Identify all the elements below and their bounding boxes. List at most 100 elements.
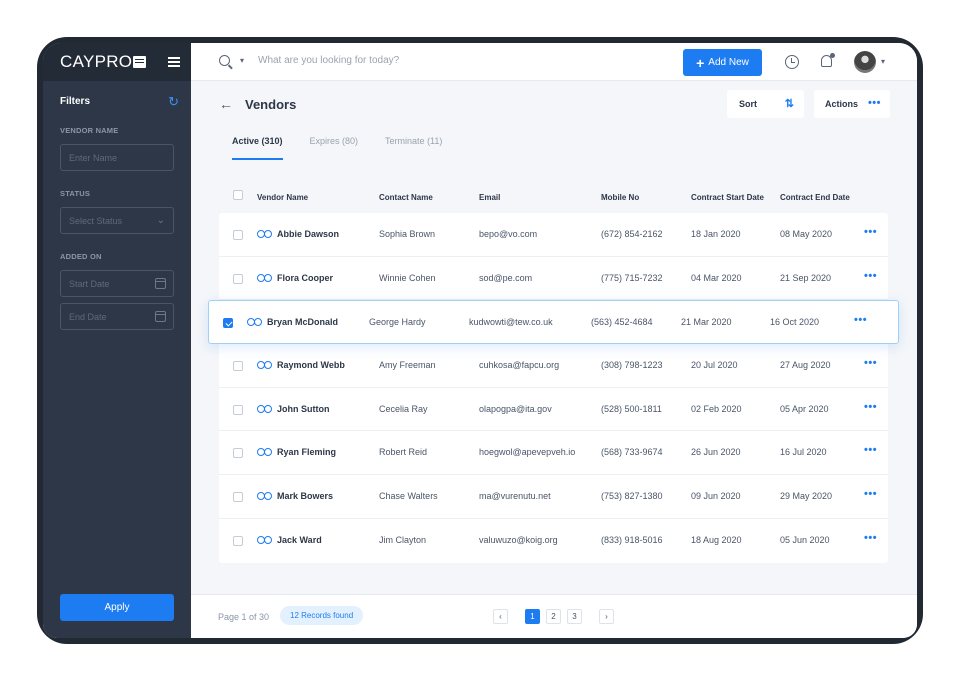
row-more-dots-icon[interactable]: ••• xyxy=(864,401,877,413)
table-row[interactable]: Mark Bowers Chase Walters ma@vurenutu.net (… xyxy=(219,475,888,519)
row-more-dots-icon[interactable]: ••• xyxy=(864,270,877,282)
page-3-button[interactable]: 3 xyxy=(567,609,582,624)
tab-terminate[interactable]: Terminate (11) xyxy=(385,136,442,160)
vendor-name-label: VENDOR NAME xyxy=(60,126,119,135)
table-row[interactable]: Abbie Dawson Sophia Brown bepo@vo.com (672)… xyxy=(219,213,888,257)
cell-contract-start: 18 Aug 2020 xyxy=(691,534,742,545)
back-arrow-icon[interactable]: ← xyxy=(219,96,233,112)
next-page-button[interactable]: › xyxy=(599,609,614,624)
cell-mobile: (775) 715-7232 xyxy=(601,272,663,283)
header-vendor-name: Vendor Name xyxy=(257,193,309,202)
status-select[interactable]: Select Status ⌄ xyxy=(60,207,174,234)
cell-mobile: (833) 918-5016 xyxy=(601,534,663,545)
chevron-down-icon[interactable]: ▾ xyxy=(881,57,885,66)
vendor-binoculars-icon xyxy=(257,491,272,501)
prev-page-button[interactable]: ‹ xyxy=(493,609,508,624)
cell-contract-start: 04 Mar 2020 xyxy=(691,272,742,283)
cell-contact-name: Cecelia Ray xyxy=(379,403,428,414)
tab-expires[interactable]: Expires (80) xyxy=(310,136,359,160)
cell-contract-end: 08 May 2020 xyxy=(780,229,833,239)
cell-mobile: (672) 854-2162 xyxy=(601,229,663,239)
cell-contact-name: Jim Clayton xyxy=(379,534,427,545)
row-checkbox[interactable] xyxy=(233,273,243,284)
cell-mobile: (308) 798-1223 xyxy=(601,360,663,371)
tab-active[interactable]: Active (310) xyxy=(232,136,283,160)
cell-email: valuwuzo@koig.org xyxy=(479,534,558,545)
cell-vendor-name[interactable]: Ryan Fleming xyxy=(257,447,336,457)
row-checkbox[interactable] xyxy=(233,230,243,240)
cell-contact-name: Amy Freeman xyxy=(379,360,436,371)
add-new-button[interactable]: + Add New xyxy=(683,49,762,76)
select-all-checkbox[interactable] xyxy=(233,190,243,200)
reset-filters-icon[interactable]: ↻ xyxy=(168,95,179,108)
row-checkbox[interactable] xyxy=(233,535,243,546)
pagination-footer: Page 1 of 30 12 Records found ‹ 1 2 3 › xyxy=(191,594,917,638)
search-icon[interactable] xyxy=(219,55,230,66)
row-checkbox[interactable] xyxy=(233,361,243,372)
cell-contract-end: 21 Sep 2020 xyxy=(780,272,832,283)
sort-button[interactable]: Sort ⇅ xyxy=(727,90,804,118)
vendor-binoculars-icon xyxy=(257,229,272,238)
table-row[interactable]: Ryan Fleming Robert Reid hoegwol@apevepveh… xyxy=(219,431,888,476)
row-more-dots-icon[interactable]: ••• xyxy=(864,489,877,500)
table-row[interactable]: Bryan McDonald George Hardy kudwowti@tew.c… xyxy=(208,300,899,345)
start-date-input[interactable]: Start Date xyxy=(60,270,174,297)
vendor-name-input[interactable]: Enter Name xyxy=(60,144,174,171)
cell-email: olapogpa@ita.gov xyxy=(479,403,552,414)
row-more-dots-icon[interactable]: ••• xyxy=(864,358,877,369)
row-checkbox[interactable] xyxy=(223,318,233,329)
table-row[interactable]: Jack Ward Jim Clayton valuwuzo@koig.org (83… xyxy=(219,519,888,563)
cell-vendor-name[interactable]: Mark Bowers xyxy=(257,491,333,501)
cell-vendor-name[interactable]: Jack Ward xyxy=(257,535,322,545)
row-more-dots-icon[interactable]: ••• xyxy=(864,227,877,238)
cell-vendor-name[interactable]: Bryan McDonald xyxy=(247,317,338,327)
page-2-button[interactable]: 2 xyxy=(546,609,561,624)
row-more-dots-icon[interactable]: ••• xyxy=(864,445,877,456)
apply-button[interactable]: Apply xyxy=(60,594,174,621)
sidebar: CAYPRO Filters ↻ VENDOR NAME Enter Name … xyxy=(43,43,191,638)
cell-vendor-name[interactable]: Abbie Dawson xyxy=(257,229,339,239)
page-1-button[interactable]: 1 xyxy=(525,609,540,624)
start-date-placeholder: Start Date xyxy=(69,278,110,289)
status-label: STATUS xyxy=(60,189,91,198)
table-row[interactable]: John Sutton Cecelia Ray olapogpa@ita.gov (5… xyxy=(219,388,888,432)
added-on-label: ADDED ON xyxy=(60,252,102,261)
actions-button[interactable]: Actions ••• xyxy=(814,90,890,118)
cell-vendor-name[interactable]: John Sutton xyxy=(257,404,330,414)
cell-email: kudwowti@tew.co.uk xyxy=(469,317,553,328)
vendor-name-text: Mark Bowers xyxy=(277,491,334,502)
app-window: CAYPRO Filters ↻ VENDOR NAME Enter Name … xyxy=(43,43,917,638)
cell-mobile: (568) 733-9674 xyxy=(601,447,663,458)
brand-badge-icon xyxy=(133,56,147,68)
avatar[interactable] xyxy=(854,51,876,73)
search-input[interactable] xyxy=(258,55,558,66)
end-date-input[interactable]: End Date xyxy=(60,303,174,330)
row-checkbox[interactable] xyxy=(233,404,243,415)
cell-vendor-name[interactable]: Raymond Webb xyxy=(257,360,345,370)
notification-dot xyxy=(830,53,835,58)
cell-contract-end: 16 Oct 2020 xyxy=(770,317,820,328)
chevron-down-icon[interactable]: ▾ xyxy=(240,56,244,65)
cell-mobile: (753) 827-1380 xyxy=(601,491,663,502)
table-row[interactable]: Raymond Webb Amy Freeman cuhkosa@fapcu.org… xyxy=(219,344,888,388)
row-checkbox[interactable] xyxy=(233,448,243,459)
cell-email: cuhkosa@fapcu.org xyxy=(479,360,560,371)
cell-contract-start: 26 Jun 2020 xyxy=(691,447,741,458)
cell-contract-end: 05 Apr 2020 xyxy=(780,403,829,414)
history-icon[interactable] xyxy=(785,55,799,69)
row-checkbox[interactable] xyxy=(233,492,243,503)
calendar-icon xyxy=(155,278,166,289)
table-header: Vendor Name Contact Name Email Mobile No… xyxy=(219,184,888,214)
table-row[interactable]: Flora Cooper Winnie Cohen sod@pe.com (775) … xyxy=(219,257,888,301)
row-more-dots-icon[interactable]: ••• xyxy=(864,532,877,544)
cell-vendor-name[interactable]: Flora Cooper xyxy=(257,273,333,283)
header-mobile: Mobile No xyxy=(601,193,640,202)
header-contact-name: Contact Name xyxy=(379,193,433,202)
menu-icon[interactable] xyxy=(168,57,180,67)
row-more-dots-icon[interactable]: ••• xyxy=(854,315,867,326)
cell-email: hoegwol@apevepveh.io xyxy=(479,447,576,458)
cell-contract-end: 27 Aug 2020 xyxy=(780,360,831,371)
vendor-binoculars-icon xyxy=(257,273,272,282)
records-badge: 12 Records found xyxy=(280,606,364,625)
vendor-name-text: Ryan Fleming xyxy=(277,447,337,458)
